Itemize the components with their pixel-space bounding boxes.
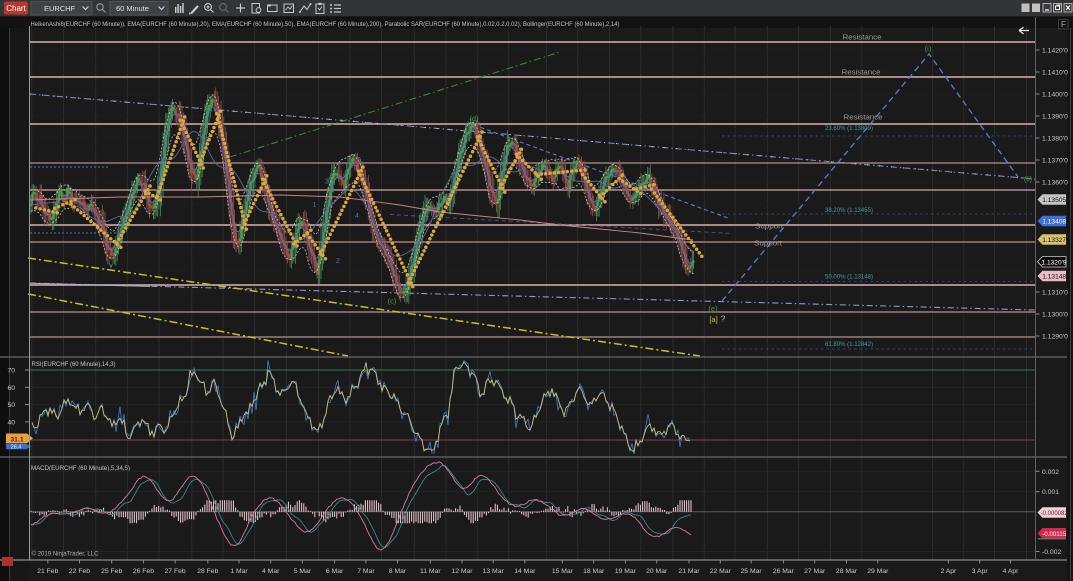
svg-text:F: F — [1061, 20, 1066, 29]
svg-text:5: 5 — [357, 157, 361, 164]
svg-text:60 Minute: 60 Minute — [116, 4, 149, 13]
svg-text:(i): (i) — [925, 44, 932, 53]
svg-text:31.1: 31.1 — [10, 436, 23, 443]
svg-text:29 Mar: 29 Mar — [867, 568, 889, 575]
svg-text:1.1400'0: 1.1400'0 — [1042, 92, 1068, 99]
svg-text:18 Mar: 18 Mar — [583, 568, 605, 575]
svg-text:14 Mar: 14 Mar — [514, 568, 536, 575]
svg-text:22 Mar: 22 Mar — [710, 568, 732, 575]
svg-text:1.1320'9: 1.1320'9 — [1041, 259, 1066, 266]
svg-text:1.1370'0: 1.1370'0 — [1042, 158, 1068, 165]
svg-text:38.20% (1.13455): 38.20% (1.13455) — [825, 207, 873, 214]
svg-text:Resistance: Resistance — [842, 68, 881, 77]
svg-text:4: 4 — [355, 213, 359, 220]
svg-text:21 Mar: 21 Mar — [678, 568, 700, 575]
svg-text:1.1360'0: 1.1360'0 — [1042, 180, 1068, 187]
svg-text:?: ? — [721, 314, 726, 324]
svg-text:1.1390'0: 1.1390'0 — [1042, 114, 1068, 121]
svg-text:2 Apr: 2 Apr — [940, 568, 957, 575]
svg-text:3 Apr: 3 Apr — [972, 568, 989, 575]
svg-text:26 Mar: 26 Mar — [773, 568, 795, 575]
svg-text:1.1310'0: 1.1310'0 — [1042, 290, 1068, 297]
svg-text:3: 3 — [325, 179, 329, 186]
svg-text:25 Mar: 25 Mar — [741, 568, 763, 575]
svg-text:11 Mar: 11 Mar — [420, 568, 441, 575]
svg-text:1.1300'0: 1.1300'0 — [1042, 312, 1068, 319]
svg-text:12 Mar: 12 Mar — [451, 568, 473, 575]
svg-text:(c): (c) — [388, 297, 397, 306]
svg-text:0.002: 0.002 — [1042, 469, 1059, 476]
svg-text:1.1290'0: 1.1290'0 — [1042, 334, 1068, 341]
svg-text:5 Mar: 5 Mar — [294, 568, 312, 575]
svg-text:Resistance: Resistance — [843, 33, 882, 42]
svg-text:1: 1 — [313, 202, 317, 209]
svg-text:50.00% (1.13148): 50.00% (1.13148) — [825, 274, 873, 281]
svg-text:Resistance: Resistance — [844, 113, 883, 122]
svg-text:RSI(EURCHF (60 Minute),14,3): RSI(EURCHF (60 Minute),14,3) — [32, 361, 116, 368]
svg-text:26 Feb: 26 Feb — [133, 568, 154, 575]
svg-text:© 2019 NinjaTrader, LLC: © 2019 NinjaTrader, LLC — [32, 551, 100, 558]
svg-text:1.13327: 1.13327 — [1042, 237, 1066, 244]
svg-text:15 Mar: 15 Mar — [552, 568, 574, 575]
svg-text:28 Feb: 28 Feb — [197, 568, 218, 575]
svg-text:50: 50 — [7, 402, 15, 409]
svg-text:22 Feb: 22 Feb — [69, 568, 90, 575]
svg-text:8 Mar: 8 Mar — [389, 568, 407, 575]
svg-text:25 Feb: 25 Feb — [101, 568, 122, 575]
svg-text:Chart: Chart — [6, 4, 26, 13]
svg-text:23.60% (1.13809): 23.60% (1.13809) — [825, 125, 873, 132]
svg-text:13 Mar: 13 Mar — [483, 568, 505, 575]
svg-text:1.1380'0: 1.1380'0 — [1042, 136, 1068, 143]
svg-text:4 Mar: 4 Mar — [262, 568, 280, 575]
svg-text:(e): (e) — [708, 304, 718, 313]
svg-text:1.1420'0: 1.1420'0 — [1042, 48, 1068, 55]
svg-text:4 Apr: 4 Apr — [1003, 568, 1020, 575]
svg-text:-0.00115: -0.00115 — [1042, 531, 1067, 538]
svg-text:2: 2 — [336, 258, 340, 265]
svg-text:HeikenAshi8(EURCHF (60 Minute): HeikenAshi8(EURCHF (60 Minute)), EMA(EUR… — [31, 21, 620, 28]
svg-text:v: v — [109, 261, 113, 270]
svg-text:[a]: [a] — [709, 315, 717, 324]
svg-text:Support: Support — [755, 222, 783, 231]
svg-text:1.13148: 1.13148 — [1042, 274, 1066, 281]
svg-text:21 Feb: 21 Feb — [37, 568, 58, 575]
svg-text:61.80% (1.12842): 61.80% (1.12842) — [825, 341, 873, 348]
svg-text:20 Mar: 20 Mar — [646, 568, 668, 575]
svg-text:60: 60 — [7, 385, 15, 392]
svg-text:Support: Support — [754, 239, 782, 248]
svg-text:-0.000082: -0.000082 — [1041, 511, 1069, 517]
svg-text:(d): (d) — [469, 114, 479, 123]
svg-text:-0.002: -0.002 — [1042, 549, 1061, 556]
svg-text:1.13505: 1.13505 — [1042, 197, 1066, 204]
svg-text:19 Mar: 19 Mar — [615, 568, 637, 575]
svg-text:40: 40 — [7, 419, 15, 426]
svg-text:28.4: 28.4 — [11, 445, 22, 451]
svg-text:(ii): (ii) — [1024, 175, 1033, 184]
svg-text:6 Mar: 6 Mar — [326, 568, 344, 575]
svg-text:70: 70 — [7, 368, 15, 375]
svg-text:1.1410'0: 1.1410'0 — [1042, 70, 1068, 77]
svg-text:28 Mar: 28 Mar — [836, 568, 858, 575]
svg-text:27 Mar: 27 Mar — [804, 568, 826, 575]
svg-text:EURCHF: EURCHF — [44, 4, 76, 13]
svg-text:0.001: 0.001 — [1042, 489, 1059, 496]
svg-text:7 Mar: 7 Mar — [357, 568, 375, 575]
svg-text:1.13408: 1.13408 — [1042, 219, 1066, 226]
svg-text:1 Mar: 1 Mar — [230, 568, 248, 575]
svg-text:27 Feb: 27 Feb — [165, 568, 186, 575]
